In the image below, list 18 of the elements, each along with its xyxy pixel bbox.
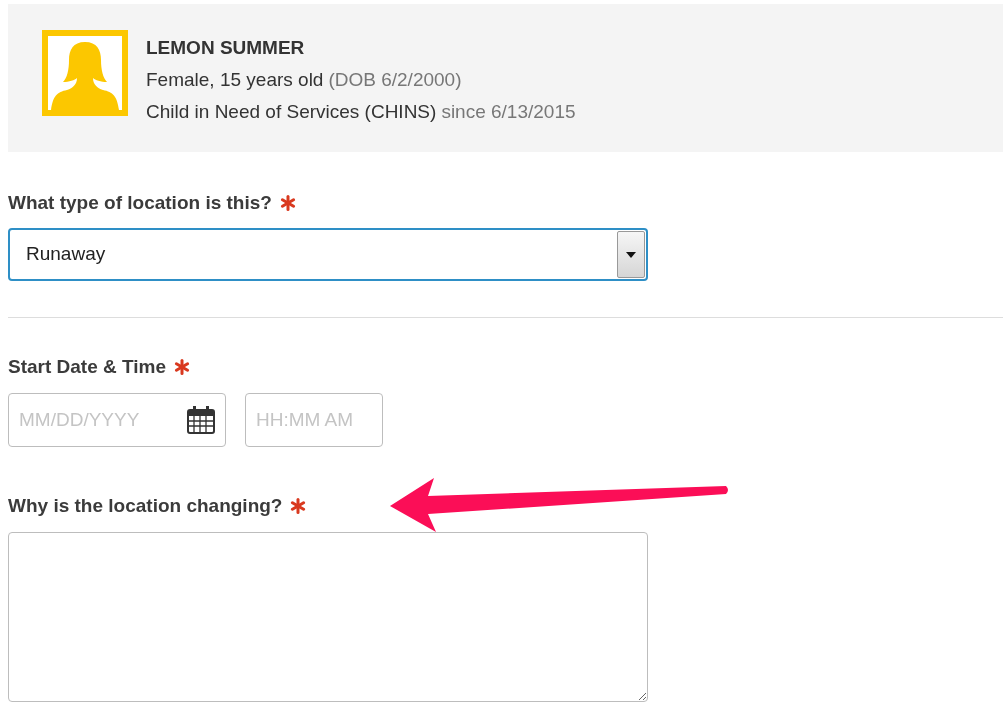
- field-label: Why is the location changing?: [8, 493, 283, 518]
- date-of-birth: (DOB 6/2/2000): [328, 68, 462, 92]
- person-details: Female, 15 years old: [146, 68, 324, 92]
- required-asterisk-icon: [174, 359, 191, 375]
- person-silhouette-icon: [51, 40, 119, 110]
- person-name: LEMON SUMMER: [146, 36, 306, 60]
- status-since-date: since 6/13/2015: [441, 100, 576, 124]
- field-label: Start Date & Time: [8, 354, 167, 379]
- caret-icon: [626, 251, 636, 258]
- required-asterisk-icon: [279, 195, 296, 211]
- person-status: Child in Need of Services (CHINS): [146, 100, 437, 124]
- required-asterisk-icon: [290, 498, 307, 514]
- calendar-icon: [186, 405, 216, 435]
- time-field[interactable]: HH:MM AM: [245, 393, 383, 447]
- date-field[interactable]: MM/DD/YYYY: [8, 393, 226, 447]
- location-type-dropdown[interactable]: Runaway: [8, 228, 648, 281]
- field-label: What type of location is this?: [8, 190, 272, 215]
- dropdown-caret-button[interactable]: [617, 231, 645, 278]
